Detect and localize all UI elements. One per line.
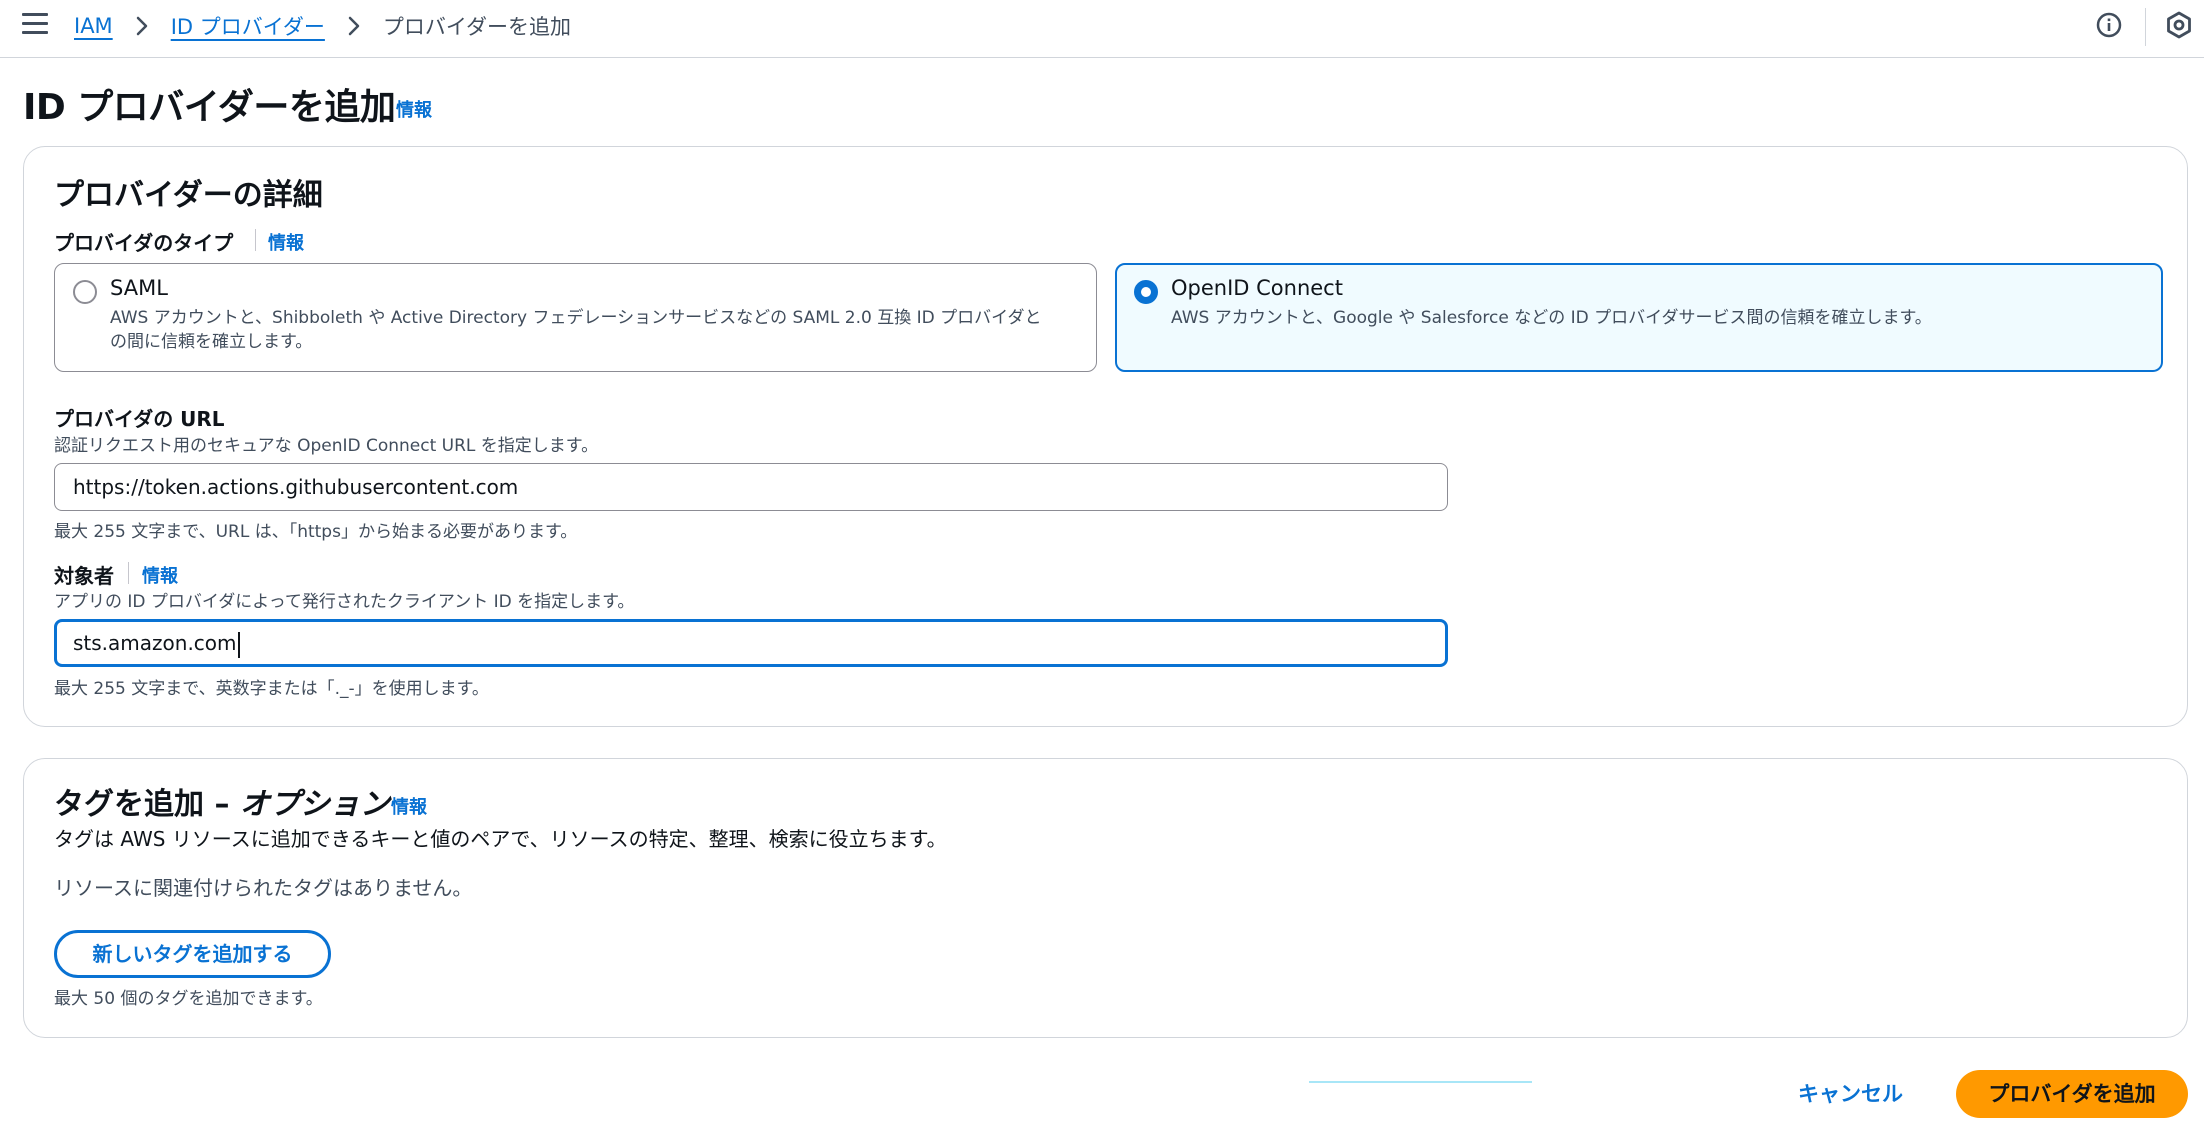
cancel-button[interactable]: キャンセル (1798, 1078, 1903, 1108)
breadcrumb-iam[interactable]: IAM (74, 14, 113, 38)
tags-heading-optional: オプション (239, 787, 390, 822)
provider-url-description: 認証リクエスト用のセキュアな OpenID Connect URL を指定します… (54, 436, 599, 456)
page-title: ID プロバイダーを追加 (23, 87, 396, 128)
divider (2145, 8, 2146, 46)
add-provider-button[interactable]: プロバイダを追加 (1956, 1070, 2188, 1118)
tile-title: OpenID Connect (1171, 276, 1343, 300)
tags-empty-state: リソースに関連付けられたタグはありません。 (54, 876, 473, 900)
chevron-right-icon (339, 12, 369, 40)
tile-description-line: の間に信頼を確立します。 (110, 332, 313, 352)
top-navigation-bar: IAM ID プロバイダー プロバイダーを追加 (0, 0, 2204, 58)
openid-connect-radio[interactable] (1134, 280, 1158, 304)
divider (255, 229, 256, 251)
radio-tile-saml[interactable]: SAML AWS アカウントと、Shibboleth や Active Dire… (54, 263, 1097, 372)
decorative-line (1309, 1081, 1532, 1083)
audience-label: 対象者 (54, 564, 114, 588)
audience-constraint: 最大 255 文字まで、英数字または「._-」を使用します。 (54, 679, 489, 699)
tile-description-line: AWS アカウントと、Shibboleth や Active Directory… (110, 308, 1042, 328)
tags-description: タグは AWS リソースに追加できるキーと値のペアで、リソースの特定、整理、検索… (54, 827, 947, 851)
tags-limit-text: 最大 50 個のタグを追加できます。 (54, 989, 323, 1009)
tile-description: AWS アカウントと、Google や Salesforce などの ID プロ… (1171, 308, 1932, 328)
breadcrumb-identity-providers[interactable]: ID プロバイダー (171, 11, 325, 41)
info-link[interactable]: 情報 (396, 96, 432, 122)
provider-details-container: プロバイダーの詳細 プロバイダのタイプ 情報 SAML AWS アカウントと、S… (23, 146, 2188, 727)
chevron-right-icon (127, 12, 157, 40)
provider-url-constraint: 最大 255 文字まで、URL は、「https」から始まる必要があります。 (54, 522, 578, 542)
tile-description: AWS アカウントと、Shibboleth や Active Directory… (110, 306, 1041, 354)
breadcrumb: IAM ID プロバイダー プロバイダーを追加 (74, 12, 571, 40)
audience-info-link[interactable]: 情報 (142, 562, 178, 588)
info-icon[interactable] (2096, 12, 2122, 38)
tags-info-link[interactable]: 情報 (391, 793, 427, 819)
settings-hexagon-icon[interactable] (2165, 11, 2193, 39)
audience-description: アプリの ID プロバイダによって発行されたクライアント ID を指定します。 (54, 592, 635, 612)
divider (128, 562, 129, 584)
add-new-tag-button[interactable]: 新しいタグを追加する (54, 930, 331, 978)
tags-container: タグを追加 – オプション 情報 タグは AWS リソースに追加できるキーと値の… (23, 758, 2188, 1038)
menu-icon[interactable] (22, 13, 48, 37)
audience-input-value: sts.amazon.com (73, 631, 237, 655)
tile-title: SAML (110, 276, 168, 300)
provider-type-info-link[interactable]: 情報 (268, 229, 304, 255)
tags-heading: タグを追加 – オプション (54, 779, 390, 823)
section-heading: プロバイダーの詳細 (54, 178, 323, 213)
audience-input[interactable]: sts.amazon.com (54, 619, 1448, 667)
saml-radio[interactable] (73, 280, 97, 304)
radio-tile-openid-connect[interactable]: OpenID Connect AWS アカウントと、Google や Sales… (1115, 263, 2163, 372)
breadcrumb-current: プロバイダーを追加 (382, 15, 572, 39)
provider-url-label: プロバイダの URL (54, 407, 225, 431)
tags-heading-main: タグを追加 – (54, 787, 240, 822)
provider-type-label: プロバイダのタイプ (54, 231, 234, 255)
provider-url-input[interactable]: https://token.actions.githubusercontent.… (54, 463, 1448, 511)
text-cursor (237, 631, 240, 658)
